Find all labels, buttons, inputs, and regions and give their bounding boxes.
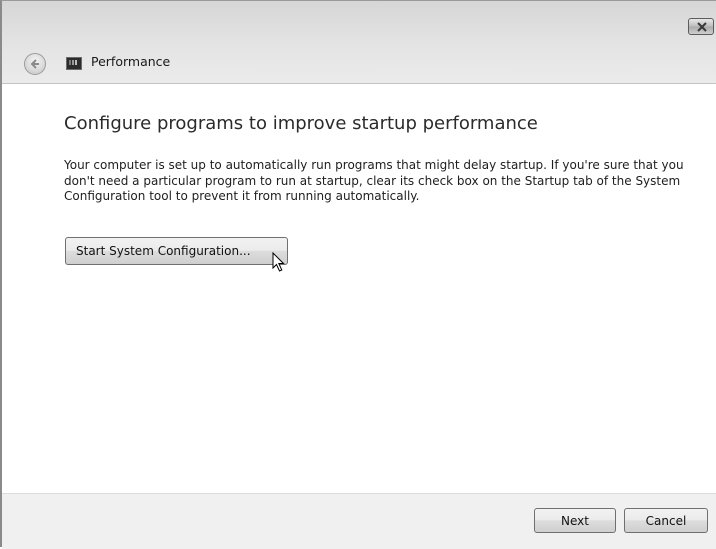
- footer-bar: Next Cancel: [2, 493, 716, 549]
- title-bar: Performance: [2, 1, 716, 84]
- back-button[interactable]: [24, 53, 46, 75]
- page-heading: Configure programs to improve startup pe…: [64, 113, 538, 134]
- performance-icon: [66, 57, 82, 70]
- next-button[interactable]: Next: [534, 508, 616, 533]
- back-arrow-icon: [30, 59, 39, 69]
- cancel-button[interactable]: Cancel: [624, 508, 708, 533]
- window-title: Performance: [91, 54, 171, 69]
- wizard-window: Performance Configure programs to improv…: [0, 0, 716, 549]
- close-icon: [697, 22, 707, 32]
- mouse-cursor-icon: [272, 252, 285, 272]
- start-system-configuration-button[interactable]: Start System Configuration...: [65, 237, 288, 265]
- close-button[interactable]: [688, 18, 714, 35]
- description-text: Your computer is set up to automatically…: [64, 158, 684, 203]
